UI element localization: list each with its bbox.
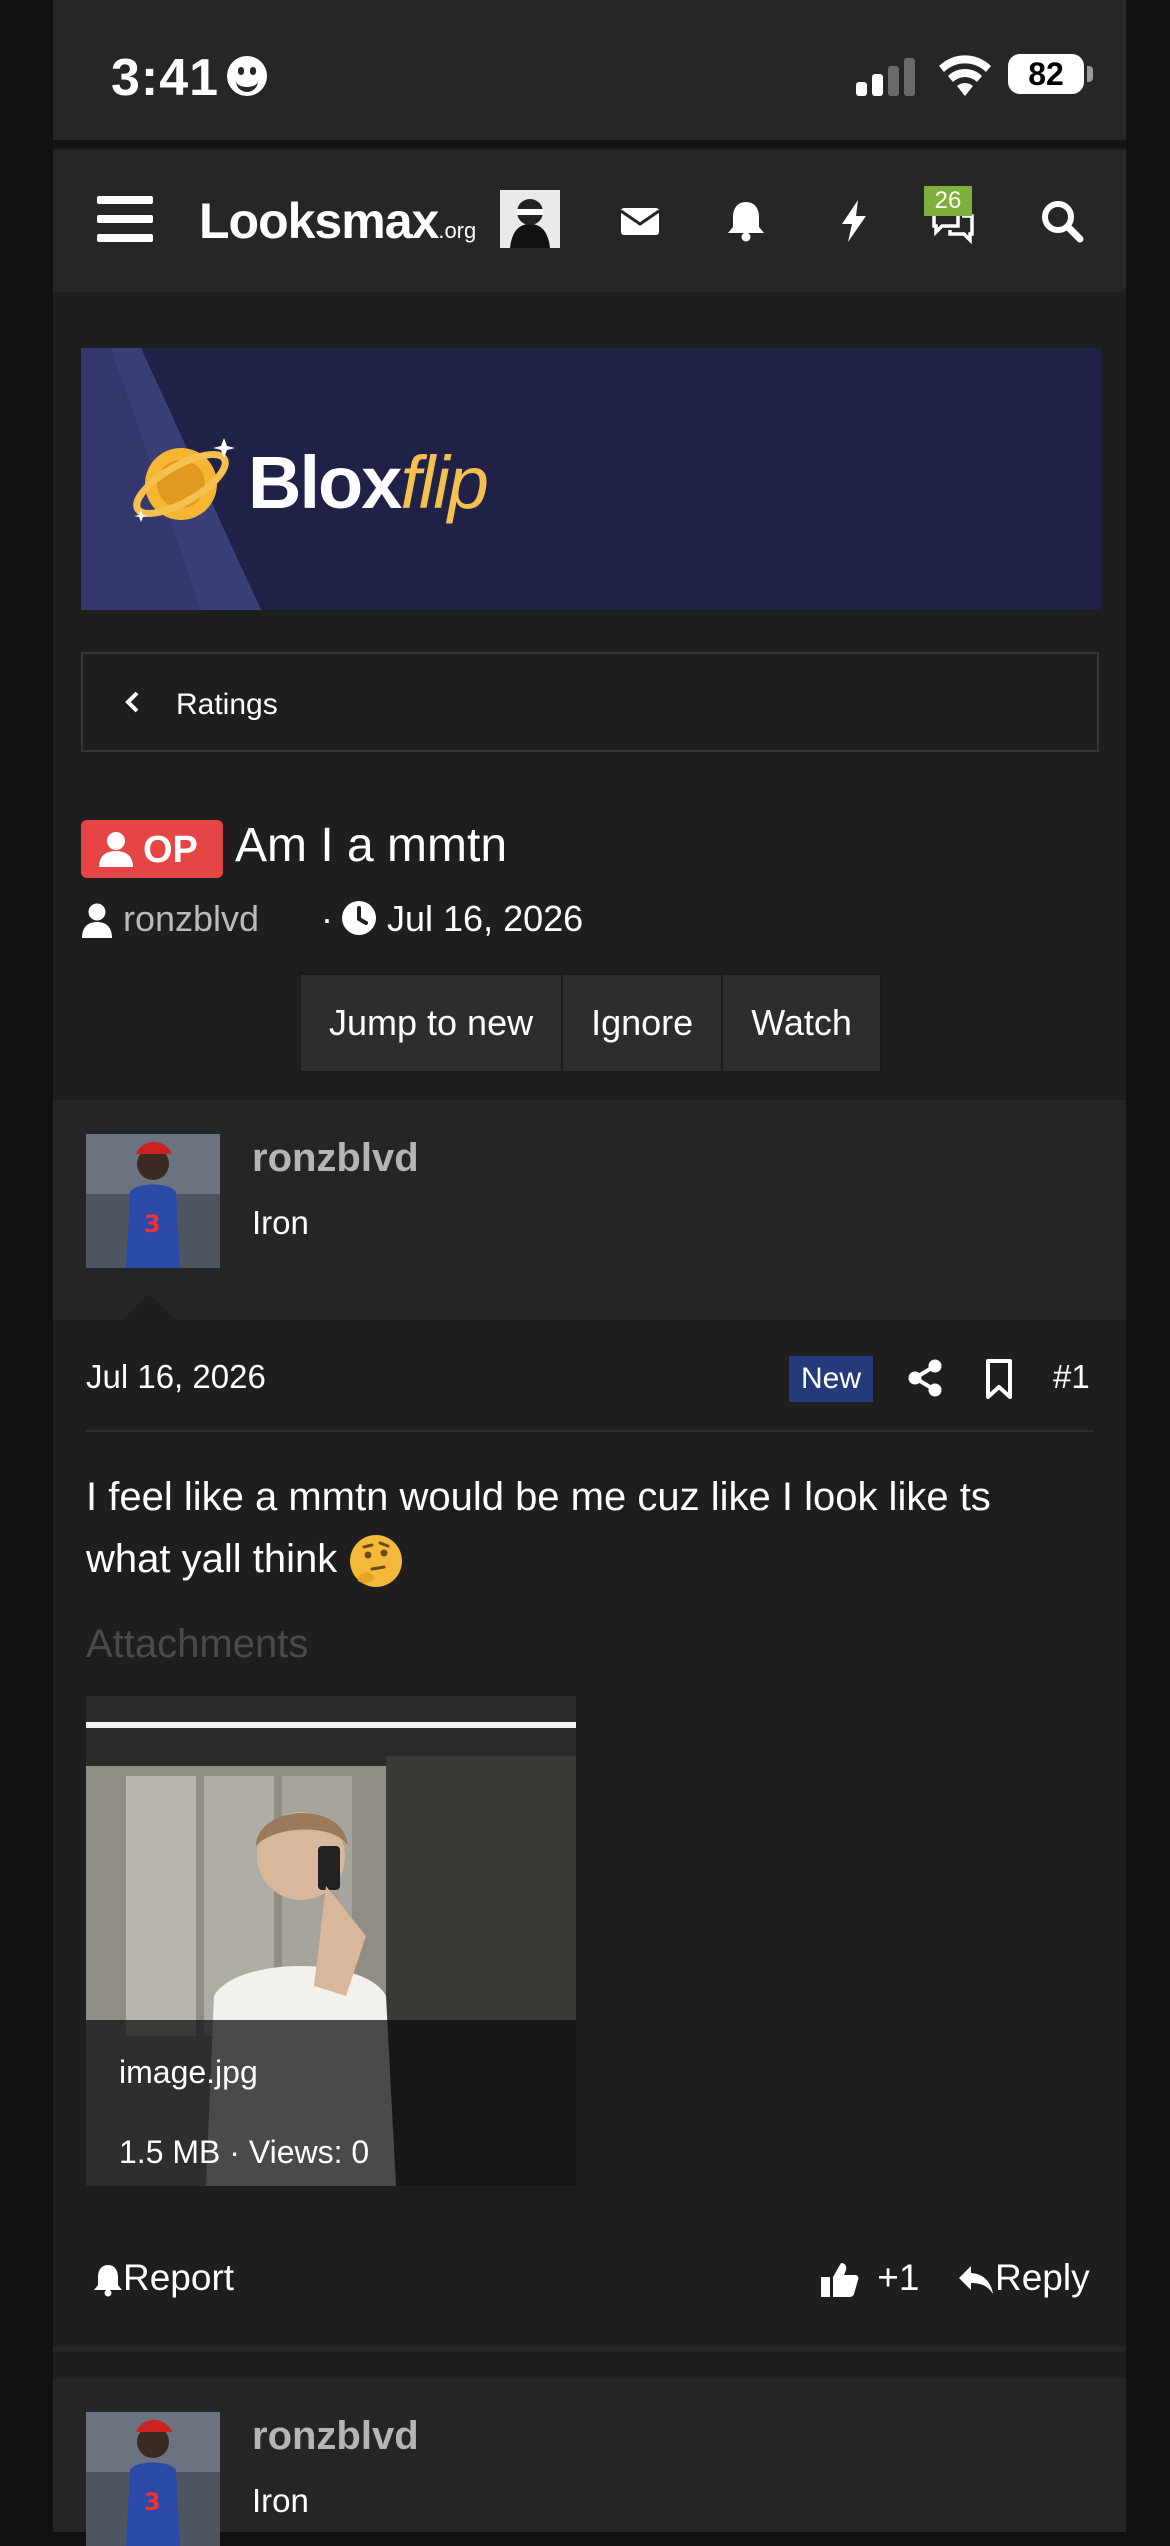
attachments-label: Attachments [86,1622,309,1666]
breadcrumb[interactable]: Ratings [81,652,1099,752]
banner-brand: Bloxflip [248,440,489,525]
author-icon [82,903,112,938]
new-badge: New [789,1356,873,1402]
post-number[interactable]: #1 [1053,1358,1090,1396]
reply-label: Reply [995,2257,1090,2298]
bell-icon[interactable] [721,196,771,246]
bloxflip-ad-banner[interactable]: Bloxflip [81,348,1101,610]
post-user-block: 3 ronzblvd Iron [53,1100,1126,1320]
app-frame: 3:41 82 Looksmax.org 26 Bloxflip Ratings… [53,0,1126,2546]
reply-icon [959,2266,993,2295]
svg-text:3: 3 [144,1210,161,1238]
attachment-info-overlay: image.jpg 1.5 MB · Views: 0 [86,2020,576,2186]
report-button[interactable]: Report [93,2248,234,2308]
thread-date: Jul 16, 2026 [387,898,584,939]
search-icon[interactable] [1037,196,1087,246]
site-logo[interactable]: Looksmax.org [199,192,476,250]
poster-rank: Iron [252,1204,309,1241]
lightning-icon[interactable] [829,196,879,246]
reaction-count: +1 [877,2257,920,2298]
menu-icon[interactable] [97,196,153,242]
post-pointer [123,1294,175,1320]
jump-to-new-button[interactable]: Jump to new [301,975,564,1071]
op-badge: OP [81,820,223,878]
like-button[interactable]: +1 [819,2248,919,2308]
cellular-signal-icon [856,58,918,96]
post-message: I feel like a mmtn would be me cuz like … [86,1466,1086,1590]
ignore-button[interactable]: Ignore [563,975,724,1071]
envelope-icon[interactable] [615,196,665,246]
user-icon [99,832,133,867]
thumbs-up-icon [821,2263,859,2298]
user-avatar[interactable] [500,190,560,248]
report-label: Report [123,2257,235,2298]
post-message-text: I feel like a mmtn would be me cuz like … [86,1475,991,1581]
thinking-face-icon [350,1535,403,1588]
thread-author[interactable]: ronzblvd [123,898,259,940]
chevron-left-icon [125,691,139,713]
wifi-icon [939,55,991,96]
poster-avatar-2[interactable]: 3 [86,2412,220,2546]
attachment-thumbnail[interactable]: image.jpg 1.5 MB · Views: 0 [86,1696,576,2186]
meta-separator: · [321,898,333,939]
post-actions-bar: Report +1 Reply [53,2248,1126,2318]
reply-button[interactable]: Reply [957,2248,1090,2308]
report-bell-icon [94,2265,122,2297]
poster-username[interactable]: ronzblvd [252,1136,419,1181]
poster-rank-2: Iron [252,2482,309,2519]
post-separator [53,2346,1126,2352]
status-time: 3:41 [111,49,220,107]
attachment-meta: 1.5 MB · Views: 0 [119,2134,370,2170]
conversations-count-badge: 26 [924,186,972,216]
watch-button[interactable]: Watch [723,975,880,1071]
site-header: Looksmax.org 26 [53,150,1126,292]
status-bar: 3:41 82 [53,0,1126,148]
bookmark-icon[interactable] [983,1358,1015,1400]
post-divider [86,1430,1094,1432]
poster-username-2[interactable]: ronzblvd [252,2414,419,2459]
logo-main: Looksmax [199,193,439,249]
post-body: Jul 16, 2026 New #1 I feel like a mmtn w… [53,1320,1126,2352]
smiley-icon [227,56,267,96]
bloxflip-logo-icon [133,438,235,522]
post-user-block-2: 3 ronzblvd Iron [53,2378,1126,2546]
attachment-filename: image.jpg [119,2054,258,2090]
thread-action-buttons: Jump to new Ignore Watch [299,973,882,1073]
poster-avatar[interactable]: 3 [86,1134,220,1268]
banner-brand-part1: Blox [248,441,402,524]
banner-brand-part2: flip [400,441,489,524]
breadcrumb-label: Ratings [176,688,278,721]
share-icon[interactable] [906,1358,944,1398]
logo-suffix: .org [438,218,477,243]
op-badge-label: OP [143,829,198,871]
thread-title: Am I a mmtn [235,819,508,872]
svg-text:3: 3 [144,2488,161,2516]
battery-nub [1087,66,1093,82]
battery-indicator: 82 [1008,54,1084,94]
post-date[interactable]: Jul 16, 2026 [86,1358,266,1396]
clock-icon [342,901,376,935]
